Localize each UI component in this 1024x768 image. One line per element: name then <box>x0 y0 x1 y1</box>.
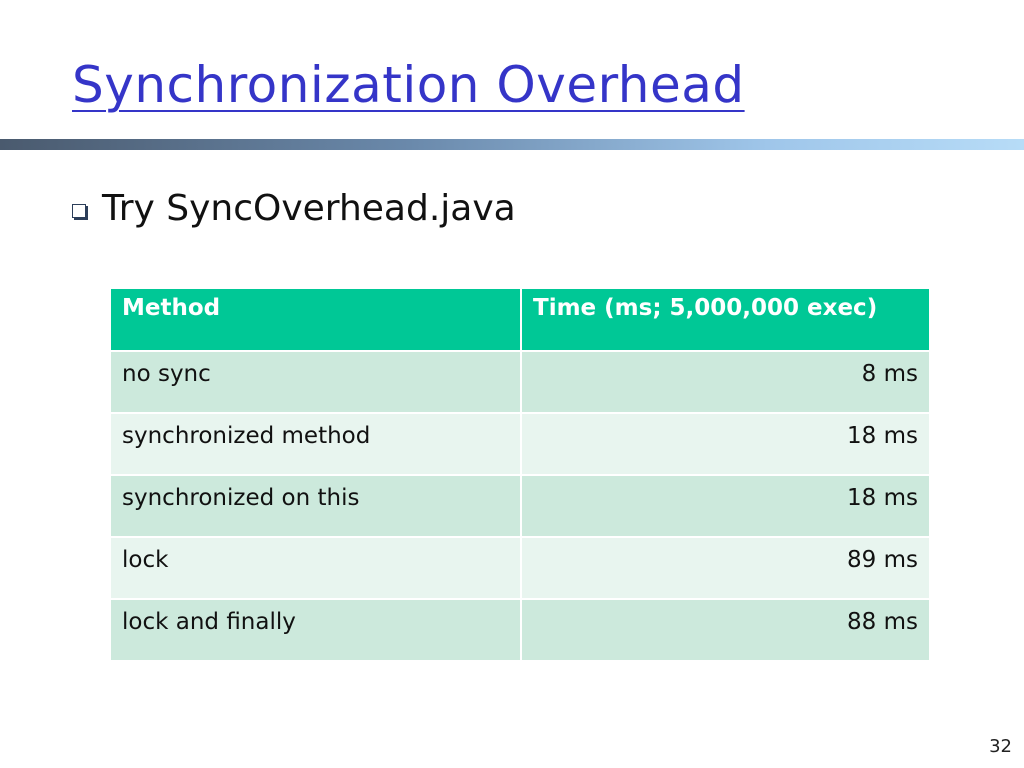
bullet-item: Try SyncOverhead.java <box>72 188 516 229</box>
hollow-square-bullet-icon <box>72 203 86 218</box>
cell-method: no sync <box>111 351 522 414</box>
cell-time: 18 ms <box>521 413 931 476</box>
header-method: Method <box>111 289 522 352</box>
table-header-row: Method Time (ms; 5,000,000 exec) <box>111 289 931 352</box>
table-row: synchronized method 18 ms <box>111 413 931 476</box>
slide-title: Synchronization Overhead <box>72 56 745 114</box>
cell-time: 88 ms <box>521 599 931 662</box>
table-row: lock 89 ms <box>111 537 931 600</box>
title-divider <box>0 139 1024 150</box>
cell-time: 8 ms <box>521 351 931 414</box>
table-row: lock and finally 88 ms <box>111 599 931 662</box>
cell-method: synchronized method <box>111 413 522 476</box>
cell-method: lock <box>111 537 522 600</box>
table-row: synchronized on this 18 ms <box>111 475 931 538</box>
cell-time: 89 ms <box>521 537 931 600</box>
page-number: 32 <box>989 736 1012 757</box>
cell-method: synchronized on this <box>111 475 522 538</box>
bullet-text: Try SyncOverhead.java <box>102 188 516 229</box>
timing-table: Method Time (ms; 5,000,000 exec) no sync… <box>111 289 931 662</box>
cell-method: lock and finally <box>111 599 522 662</box>
header-time: Time (ms; 5,000,000 exec) <box>521 289 931 352</box>
cell-time: 18 ms <box>521 475 931 538</box>
table-row: no sync 8 ms <box>111 351 931 414</box>
